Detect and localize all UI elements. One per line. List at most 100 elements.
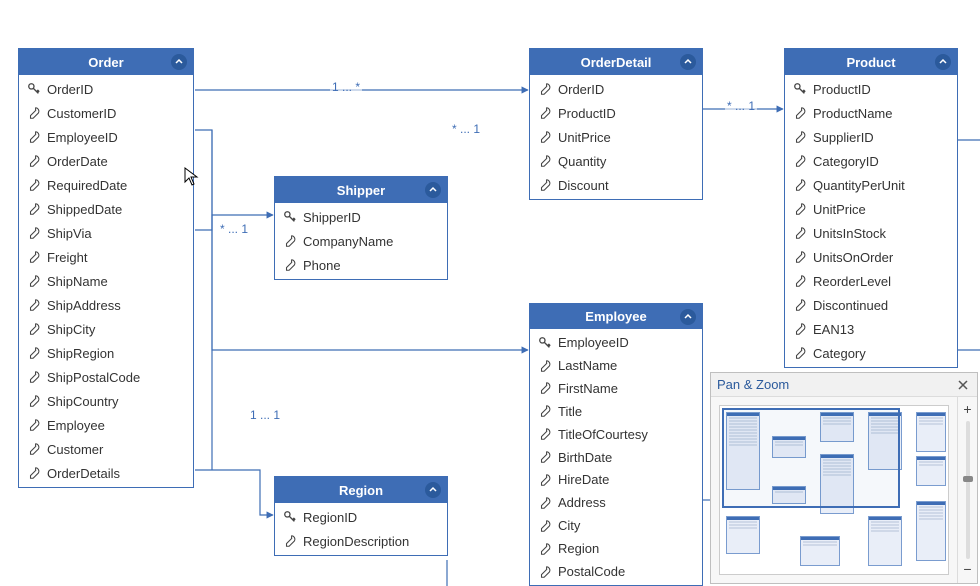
zoom-slider[interactable] bbox=[966, 421, 970, 559]
field-row[interactable]: BirthDate bbox=[530, 446, 702, 469]
field-row[interactable]: ShippedDate bbox=[19, 197, 193, 221]
entity-fields-shipper: ShipperID CompanyName Phone bbox=[275, 203, 447, 279]
field-row[interactable]: OrderDate bbox=[19, 149, 193, 173]
entity-title: Employee bbox=[538, 309, 694, 324]
entity-title: Product bbox=[793, 55, 949, 70]
field-row[interactable]: EmployeeID bbox=[530, 331, 702, 354]
wrench-icon bbox=[538, 359, 552, 373]
wrench-icon bbox=[27, 154, 41, 168]
entity-header-shipper[interactable]: Shipper bbox=[275, 177, 447, 203]
field-row[interactable]: Address bbox=[530, 491, 702, 514]
collapse-icon[interactable] bbox=[680, 309, 696, 325]
entity-header-product[interactable]: Product bbox=[785, 49, 957, 75]
field-row[interactable]: SupplierID bbox=[785, 125, 957, 149]
field-label: ProductID bbox=[558, 106, 616, 121]
wrench-icon bbox=[27, 298, 41, 312]
entity-orderdetail[interactable]: OrderDetail OrderID ProductID UnitPriceQua… bbox=[529, 48, 703, 200]
collapse-icon[interactable] bbox=[425, 182, 441, 198]
field-row[interactable]: PostalCode bbox=[530, 560, 702, 583]
field-row[interactable]: LastName bbox=[530, 354, 702, 377]
field-row[interactable]: UnitPrice bbox=[785, 197, 957, 221]
field-label: TitleOfCourtesy bbox=[558, 427, 648, 442]
field-row[interactable]: EAN13 bbox=[785, 317, 957, 341]
field-row[interactable]: Quantity bbox=[530, 149, 702, 173]
panzoom-header[interactable]: Pan & Zoom bbox=[711, 373, 977, 397]
field-row[interactable]: EmployeeID bbox=[19, 125, 193, 149]
field-row[interactable]: Category bbox=[785, 341, 957, 365]
entity-shipper[interactable]: Shipper ShipperID CompanyName Phone bbox=[274, 176, 448, 280]
entity-header-orderdetail[interactable]: OrderDetail bbox=[530, 49, 702, 75]
key-icon bbox=[793, 82, 807, 96]
field-row[interactable]: ShipRegion bbox=[19, 341, 193, 365]
field-row[interactable]: Discontinued bbox=[785, 293, 957, 317]
field-row[interactable]: RegionID bbox=[275, 505, 447, 529]
entity-region[interactable]: Region RegionIDRegionDescription bbox=[274, 476, 448, 556]
field-row[interactable]: ProductID bbox=[530, 101, 702, 125]
field-row[interactable]: FirstName bbox=[530, 377, 702, 400]
field-row[interactable]: Customer bbox=[19, 437, 193, 461]
field-row[interactable]: OrderID bbox=[19, 77, 193, 101]
field-label: OrderID bbox=[558, 82, 604, 97]
field-label: ShippedDate bbox=[47, 202, 122, 217]
entity-product[interactable]: Product ProductIDProductNameSupplierIDCa… bbox=[784, 48, 958, 368]
field-label: LastName bbox=[558, 358, 617, 373]
entity-header-order[interactable]: Order bbox=[19, 49, 193, 75]
field-row[interactable]: CompanyName bbox=[275, 229, 447, 253]
field-row[interactable]: CustomerID bbox=[19, 101, 193, 125]
wrench-icon bbox=[793, 346, 807, 360]
entity-employee[interactable]: Employee EmployeeID LastName FirstName Titl… bbox=[529, 303, 703, 586]
field-row[interactable]: Title bbox=[530, 400, 702, 423]
field-row[interactable]: ShipCity bbox=[19, 317, 193, 341]
field-row[interactable]: ShipCountry bbox=[19, 389, 193, 413]
zoom-in-button[interactable]: + bbox=[961, 403, 975, 417]
field-row[interactable]: ProductName bbox=[785, 101, 957, 125]
field-label: CompanyName bbox=[303, 234, 393, 249]
collapse-icon[interactable] bbox=[680, 54, 696, 70]
field-row[interactable]: Region bbox=[530, 537, 702, 560]
field-row[interactable]: OrderID bbox=[530, 77, 702, 101]
close-icon[interactable] bbox=[955, 377, 971, 393]
field-row[interactable]: RegionDescription bbox=[275, 529, 447, 553]
field-row[interactable]: ShipName bbox=[19, 269, 193, 293]
entity-header-region[interactable]: Region bbox=[275, 477, 447, 503]
zoom-thumb[interactable] bbox=[963, 476, 973, 482]
wrench-icon bbox=[27, 346, 41, 360]
field-row[interactable]: RequiredDate bbox=[19, 173, 193, 197]
field-row[interactable]: CategoryID bbox=[785, 149, 957, 173]
diagram-canvas[interactable]: 1 ... * * ... 1 * ... 1 * ... 1 1 ... 1 … bbox=[0, 0, 980, 586]
field-label: Title bbox=[558, 404, 582, 419]
wrench-icon bbox=[27, 418, 41, 432]
field-row[interactable]: UnitsOnOrder bbox=[785, 245, 957, 269]
field-row[interactable]: QuantityPerUnit bbox=[785, 173, 957, 197]
collapse-icon[interactable] bbox=[171, 54, 187, 70]
entity-header-employee[interactable]: Employee bbox=[530, 304, 702, 329]
zoom-out-button[interactable]: − bbox=[961, 563, 975, 577]
field-row[interactable]: ShipPostalCode bbox=[19, 365, 193, 389]
field-row[interactable]: HireDate bbox=[530, 469, 702, 492]
field-row[interactable]: UnitsInStock bbox=[785, 221, 957, 245]
entity-order[interactable]: Order OrderIDCustomerIDEmployeeIDOrderDa… bbox=[18, 48, 194, 488]
field-label: Customer bbox=[47, 442, 103, 457]
field-row[interactable]: ShipAddress bbox=[19, 293, 193, 317]
collapse-icon[interactable] bbox=[935, 54, 951, 70]
field-row[interactable]: OrderDetails bbox=[19, 461, 193, 485]
field-row[interactable]: ReorderLevel bbox=[785, 269, 957, 293]
field-row[interactable]: City bbox=[530, 514, 702, 537]
panzoom-panel[interactable]: Pan & Zoom bbox=[710, 372, 978, 584]
field-row[interactable]: Freight bbox=[19, 245, 193, 269]
field-row[interactable]: ProductID bbox=[785, 77, 957, 101]
minimap-viewport[interactable] bbox=[722, 408, 900, 508]
field-row[interactable]: ShipVia bbox=[19, 221, 193, 245]
field-row[interactable]: Employee bbox=[19, 413, 193, 437]
field-row[interactable]: UnitPrice bbox=[530, 125, 702, 149]
field-row[interactable]: ShipperID bbox=[275, 205, 447, 229]
collapse-icon[interactable] bbox=[425, 482, 441, 498]
field-row[interactable]: Discount bbox=[530, 173, 702, 197]
field-row[interactable]: Phone bbox=[275, 253, 447, 277]
wrench-icon bbox=[538, 496, 552, 510]
connector-label-order-region: 1 ... 1 bbox=[248, 408, 282, 422]
field-label: HireDate bbox=[558, 472, 609, 487]
field-row[interactable]: TitleOfCourtesy bbox=[530, 423, 702, 446]
key-icon bbox=[538, 336, 552, 350]
minimap[interactable] bbox=[719, 405, 949, 575]
